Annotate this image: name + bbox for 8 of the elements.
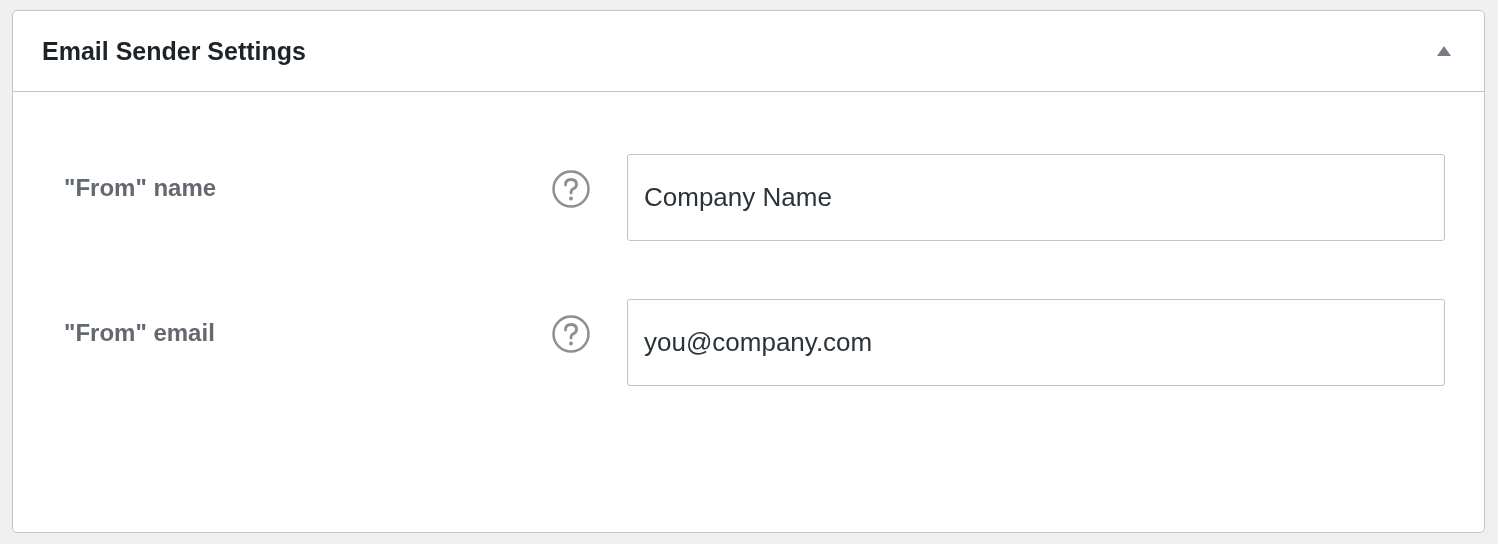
- field-label: "From" email: [64, 318, 216, 347]
- help-icon[interactable]: [551, 169, 591, 209]
- field-label: "From" name: [64, 173, 218, 202]
- text-input[interactable]: you@company.com: [627, 299, 1445, 386]
- help-icon[interactable]: [551, 314, 591, 354]
- triangle-up-icon: [1436, 45, 1452, 57]
- text-input[interactable]: Company Name: [627, 154, 1445, 241]
- panel-title: Email Sender Settings: [42, 36, 306, 66]
